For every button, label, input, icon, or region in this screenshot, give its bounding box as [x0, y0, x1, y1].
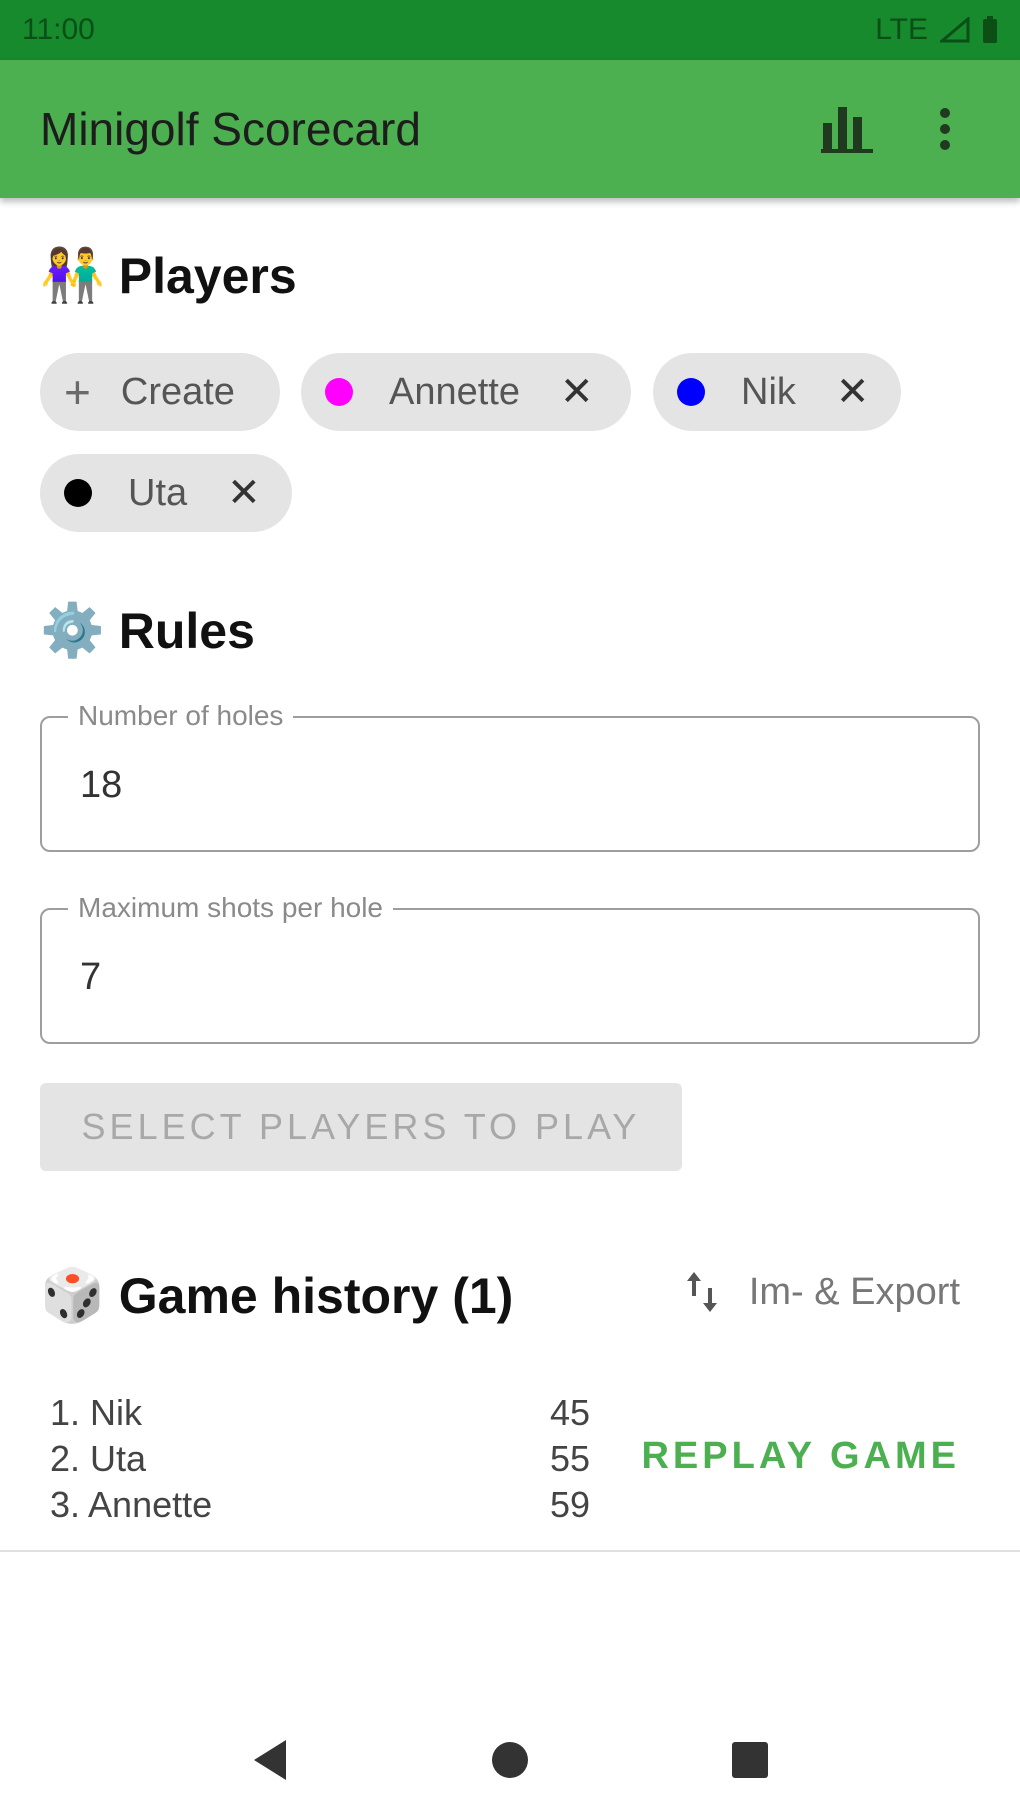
player-name: Annette — [389, 370, 520, 413]
status-icons: LTE — [875, 13, 998, 47]
status-bar: 11:00 LTE — [0, 0, 1020, 60]
player-color-dot — [677, 378, 705, 406]
recents-icon[interactable] — [730, 1740, 770, 1780]
statistics-button[interactable] — [812, 94, 882, 164]
create-label: Create — [120, 370, 235, 413]
close-icon[interactable]: ✕ — [560, 369, 594, 415]
player-color-dot — [325, 378, 353, 406]
player-name: Uta — [128, 471, 188, 514]
history-heading: 🎲 Game history (1) — [40, 1265, 513, 1326]
rules-title: Rules — [118, 602, 255, 659]
player-color-dot — [64, 479, 92, 507]
rules-heading: ⚙️ Rules — [40, 600, 255, 661]
import-export-button[interactable]: Im- & Export — [685, 1270, 960, 1314]
holes-value[interactable]: 18 — [80, 764, 122, 807]
max-shots-label: Maximum shots per hole — [68, 892, 394, 924]
result-rank: 3. Annette — [50, 1484, 213, 1525]
more-vert-icon — [940, 108, 950, 150]
max-shots-field[interactable]: Maximum shots per hole 7 — [40, 892, 980, 1044]
player-chip-annette[interactable]: Annette ✕ — [301, 353, 631, 431]
back-icon[interactable] — [250, 1738, 290, 1782]
couple-icon: 👫 — [40, 247, 105, 305]
system-nav-bar — [0, 1700, 1020, 1819]
dice-icon: 🎲 — [40, 1267, 105, 1325]
battery-icon — [983, 16, 997, 43]
result-rank: 1. Nik — [50, 1392, 143, 1433]
result-score: 59 — [550, 1484, 591, 1525]
plus-icon: + — [64, 366, 91, 418]
holes-label: Number of holes — [68, 700, 294, 732]
create-player-chip[interactable]: + Create — [40, 353, 280, 431]
app-title: Minigolf Scorecard — [40, 103, 421, 155]
overflow-menu-button[interactable] — [910, 94, 980, 164]
player-chip-uta[interactable]: Uta ✕ — [40, 454, 292, 532]
player-chip-nik[interactable]: Nik ✕ — [653, 353, 901, 431]
result-score: 55 — [550, 1438, 591, 1479]
close-icon[interactable]: ✕ — [836, 369, 870, 415]
network-type: LTE — [875, 13, 928, 46]
import-export-label: Im- & Export — [748, 1270, 960, 1313]
bar-chart-icon — [821, 107, 873, 153]
replay-game-button[interactable]: REPLAY GAME — [641, 1435, 960, 1478]
history-divider — [0, 1550, 1020, 1552]
result-score: 45 — [550, 1392, 591, 1433]
history-title: Game history (1) — [118, 1267, 514, 1324]
players-title: Players — [118, 247, 297, 304]
home-icon[interactable] — [490, 1740, 530, 1780]
gear-icon: ⚙️ — [40, 602, 105, 660]
app-bar: Minigolf Scorecard — [0, 60, 1020, 198]
status-time: 11:00 — [22, 13, 95, 46]
signal-icon — [940, 17, 970, 43]
players-heading: 👫 Players — [40, 245, 297, 306]
swap-vert-icon — [686, 1272, 717, 1312]
select-players-button[interactable]: SELECT PLAYERS TO PLAY — [40, 1083, 682, 1171]
result-rank: 2. Uta — [50, 1438, 147, 1479]
holes-field[interactable]: Number of holes 18 — [40, 700, 980, 852]
player-name: Nik — [741, 370, 796, 413]
close-icon[interactable]: ✕ — [227, 470, 261, 516]
max-shots-value[interactable]: 7 — [80, 956, 101, 999]
